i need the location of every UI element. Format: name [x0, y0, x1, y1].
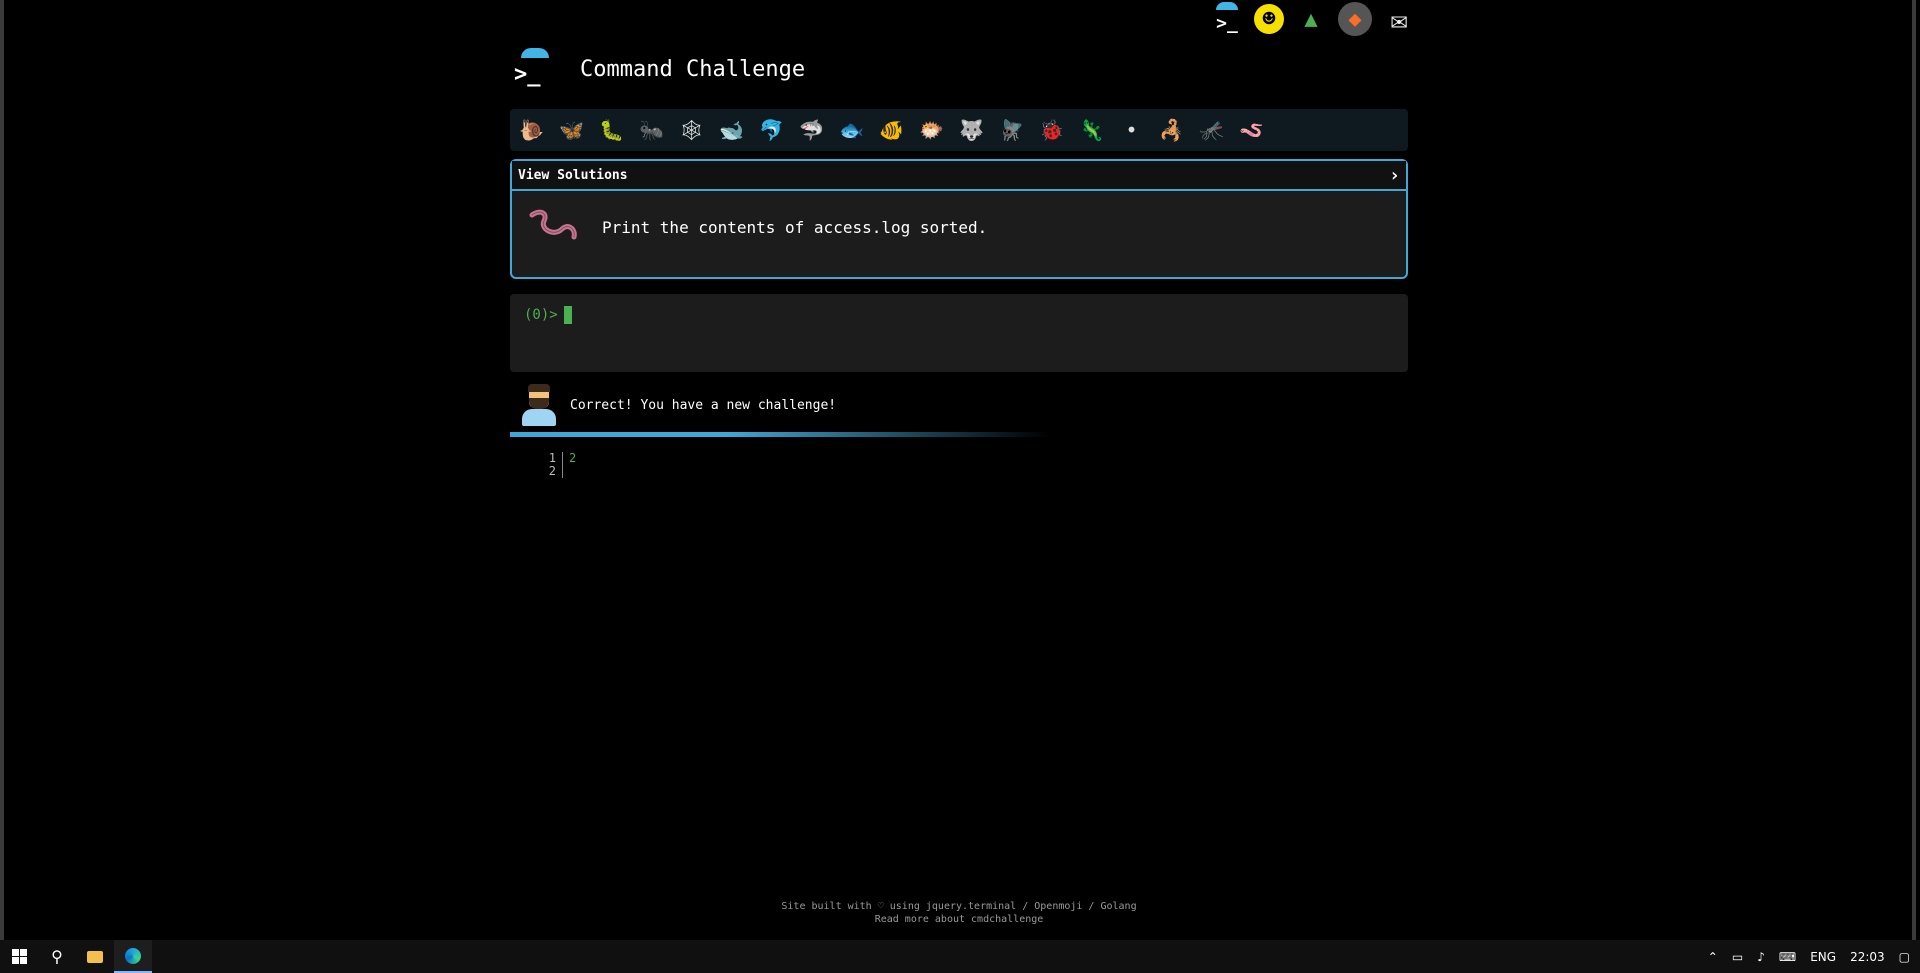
bug-icon[interactable]: •: [1118, 117, 1145, 144]
solutions-panel: View Solutions › Print the contents of a…: [510, 159, 1408, 279]
file-explorer-button[interactable]: [76, 940, 114, 973]
bearded-man-avatar-icon: [520, 384, 558, 426]
terminal-prompt: (0)>: [524, 307, 558, 323]
web-icon[interactable]: 🕸: [678, 117, 705, 144]
page-footer: Site built with ♡ using jquery.terminal …: [510, 900, 1408, 926]
line-value: [563, 465, 569, 478]
wolf-icon[interactable]: 🐺: [958, 117, 985, 144]
dolphin-icon[interactable]: 🐬: [758, 117, 785, 144]
clock[interactable]: 22:03: [1850, 950, 1885, 964]
windows-taskbar: ⚲ ⌃ ▭ ♪ ⌨ ENG 22:03 ▢: [0, 940, 1920, 973]
edge-browser-button[interactable]: [114, 940, 152, 973]
feedback-message: Correct! You have a new challenge!: [520, 384, 836, 426]
worm-icon: [529, 209, 577, 240]
chevron-up-icon[interactable]: ⌃: [1708, 950, 1718, 964]
page-title: Command Challenge: [580, 56, 806, 82]
shark-icon[interactable]: 🦈: [798, 117, 825, 144]
system-tray: ⌃ ▭ ♪ ⌨ ENG 22:03 ▢: [1708, 950, 1920, 964]
lizard-icon[interactable]: 🦎: [1078, 117, 1105, 144]
fly-icon[interactable]: 🪰: [998, 117, 1025, 144]
smiley-face-icon[interactable]: ☻: [1254, 4, 1284, 34]
butterfly-icon[interactable]: 🦋: [558, 117, 585, 144]
terminal-cursor: [563, 306, 572, 324]
start-button[interactable]: [0, 940, 38, 973]
chevron-right-icon[interactable]: ›: [1389, 165, 1400, 186]
challenge-description: Print the contents of access.log sorted.: [602, 217, 988, 237]
fish-icon[interactable]: 🐟: [838, 117, 865, 144]
volume-icon[interactable]: ♪: [1757, 950, 1765, 964]
page-header: >_ Command Challenge: [510, 48, 805, 90]
network-icon[interactable]: ▭: [1732, 950, 1743, 964]
footer-read-more-link[interactable]: Read more about cmdchallenge: [510, 913, 1408, 926]
mail-icon[interactable]: ✉: [1382, 2, 1416, 36]
terminal-link-icon[interactable]: >_: [1210, 2, 1244, 36]
view-solutions-button[interactable]: View Solutions: [518, 168, 628, 183]
footer-credits[interactable]: Site built with ♡ using jquery.terminal …: [510, 900, 1408, 913]
gitlab-icon[interactable]: ◆: [1338, 2, 1372, 36]
search-icon[interactable]: ⚲: [38, 940, 76, 973]
language-indicator[interactable]: ENG: [1810, 950, 1836, 964]
output-row: 1 2: [542, 452, 576, 465]
centipede-icon[interactable]: 🦂: [1158, 117, 1185, 144]
challenge-body: Print the contents of access.log sorted.: [512, 191, 1406, 263]
folder-icon: [87, 950, 103, 963]
tree-icon[interactable]: ▲: [1294, 2, 1328, 36]
snail-icon[interactable]: 🐌: [518, 117, 545, 144]
site-logo-icon[interactable]: >_: [510, 48, 552, 90]
output-row: 2: [542, 465, 576, 478]
windows-logo-icon: [11, 949, 27, 964]
progress-divider: [510, 432, 1050, 437]
ladybug-icon[interactable]: 🐞: [1038, 117, 1065, 144]
worm-icon[interactable]: 🪱: [1238, 117, 1265, 144]
solutions-header[interactable]: View Solutions ›: [512, 161, 1406, 191]
keyboard-icon[interactable]: ⌨: [1779, 950, 1796, 964]
ant-icon[interactable]: 🐜: [638, 117, 665, 144]
pufferfish-icon[interactable]: 🐡: [918, 117, 945, 144]
challenge-icon-bar: 🐌 🦋 🐛 🐜 🕸 🐋 🐬 🦈 🐟 🐠 🐡 🐺 🪰 🐞 🦎 • 🦂 🦟 🪱: [510, 109, 1408, 151]
terminal-input[interactable]: (0)>: [510, 294, 1408, 372]
moth-icon[interactable]: 🦟: [1198, 117, 1225, 144]
line-value: 2: [569, 451, 577, 465]
whale-icon[interactable]: 🐋: [718, 117, 745, 144]
top-icon-bar: >_ ☻ ▲ ◆ ✉: [1210, 2, 1416, 36]
line-number: 2: [542, 465, 563, 478]
feedback-text: Correct! You have a new challenge!: [570, 397, 837, 413]
notifications-icon[interactable]: ▢: [1899, 950, 1910, 964]
caterpillar-icon[interactable]: 🐛: [598, 117, 625, 144]
command-output: 1 2 2: [542, 452, 576, 478]
edge-icon: [125, 947, 141, 964]
tropical-fish-icon[interactable]: 🐠: [878, 117, 905, 144]
